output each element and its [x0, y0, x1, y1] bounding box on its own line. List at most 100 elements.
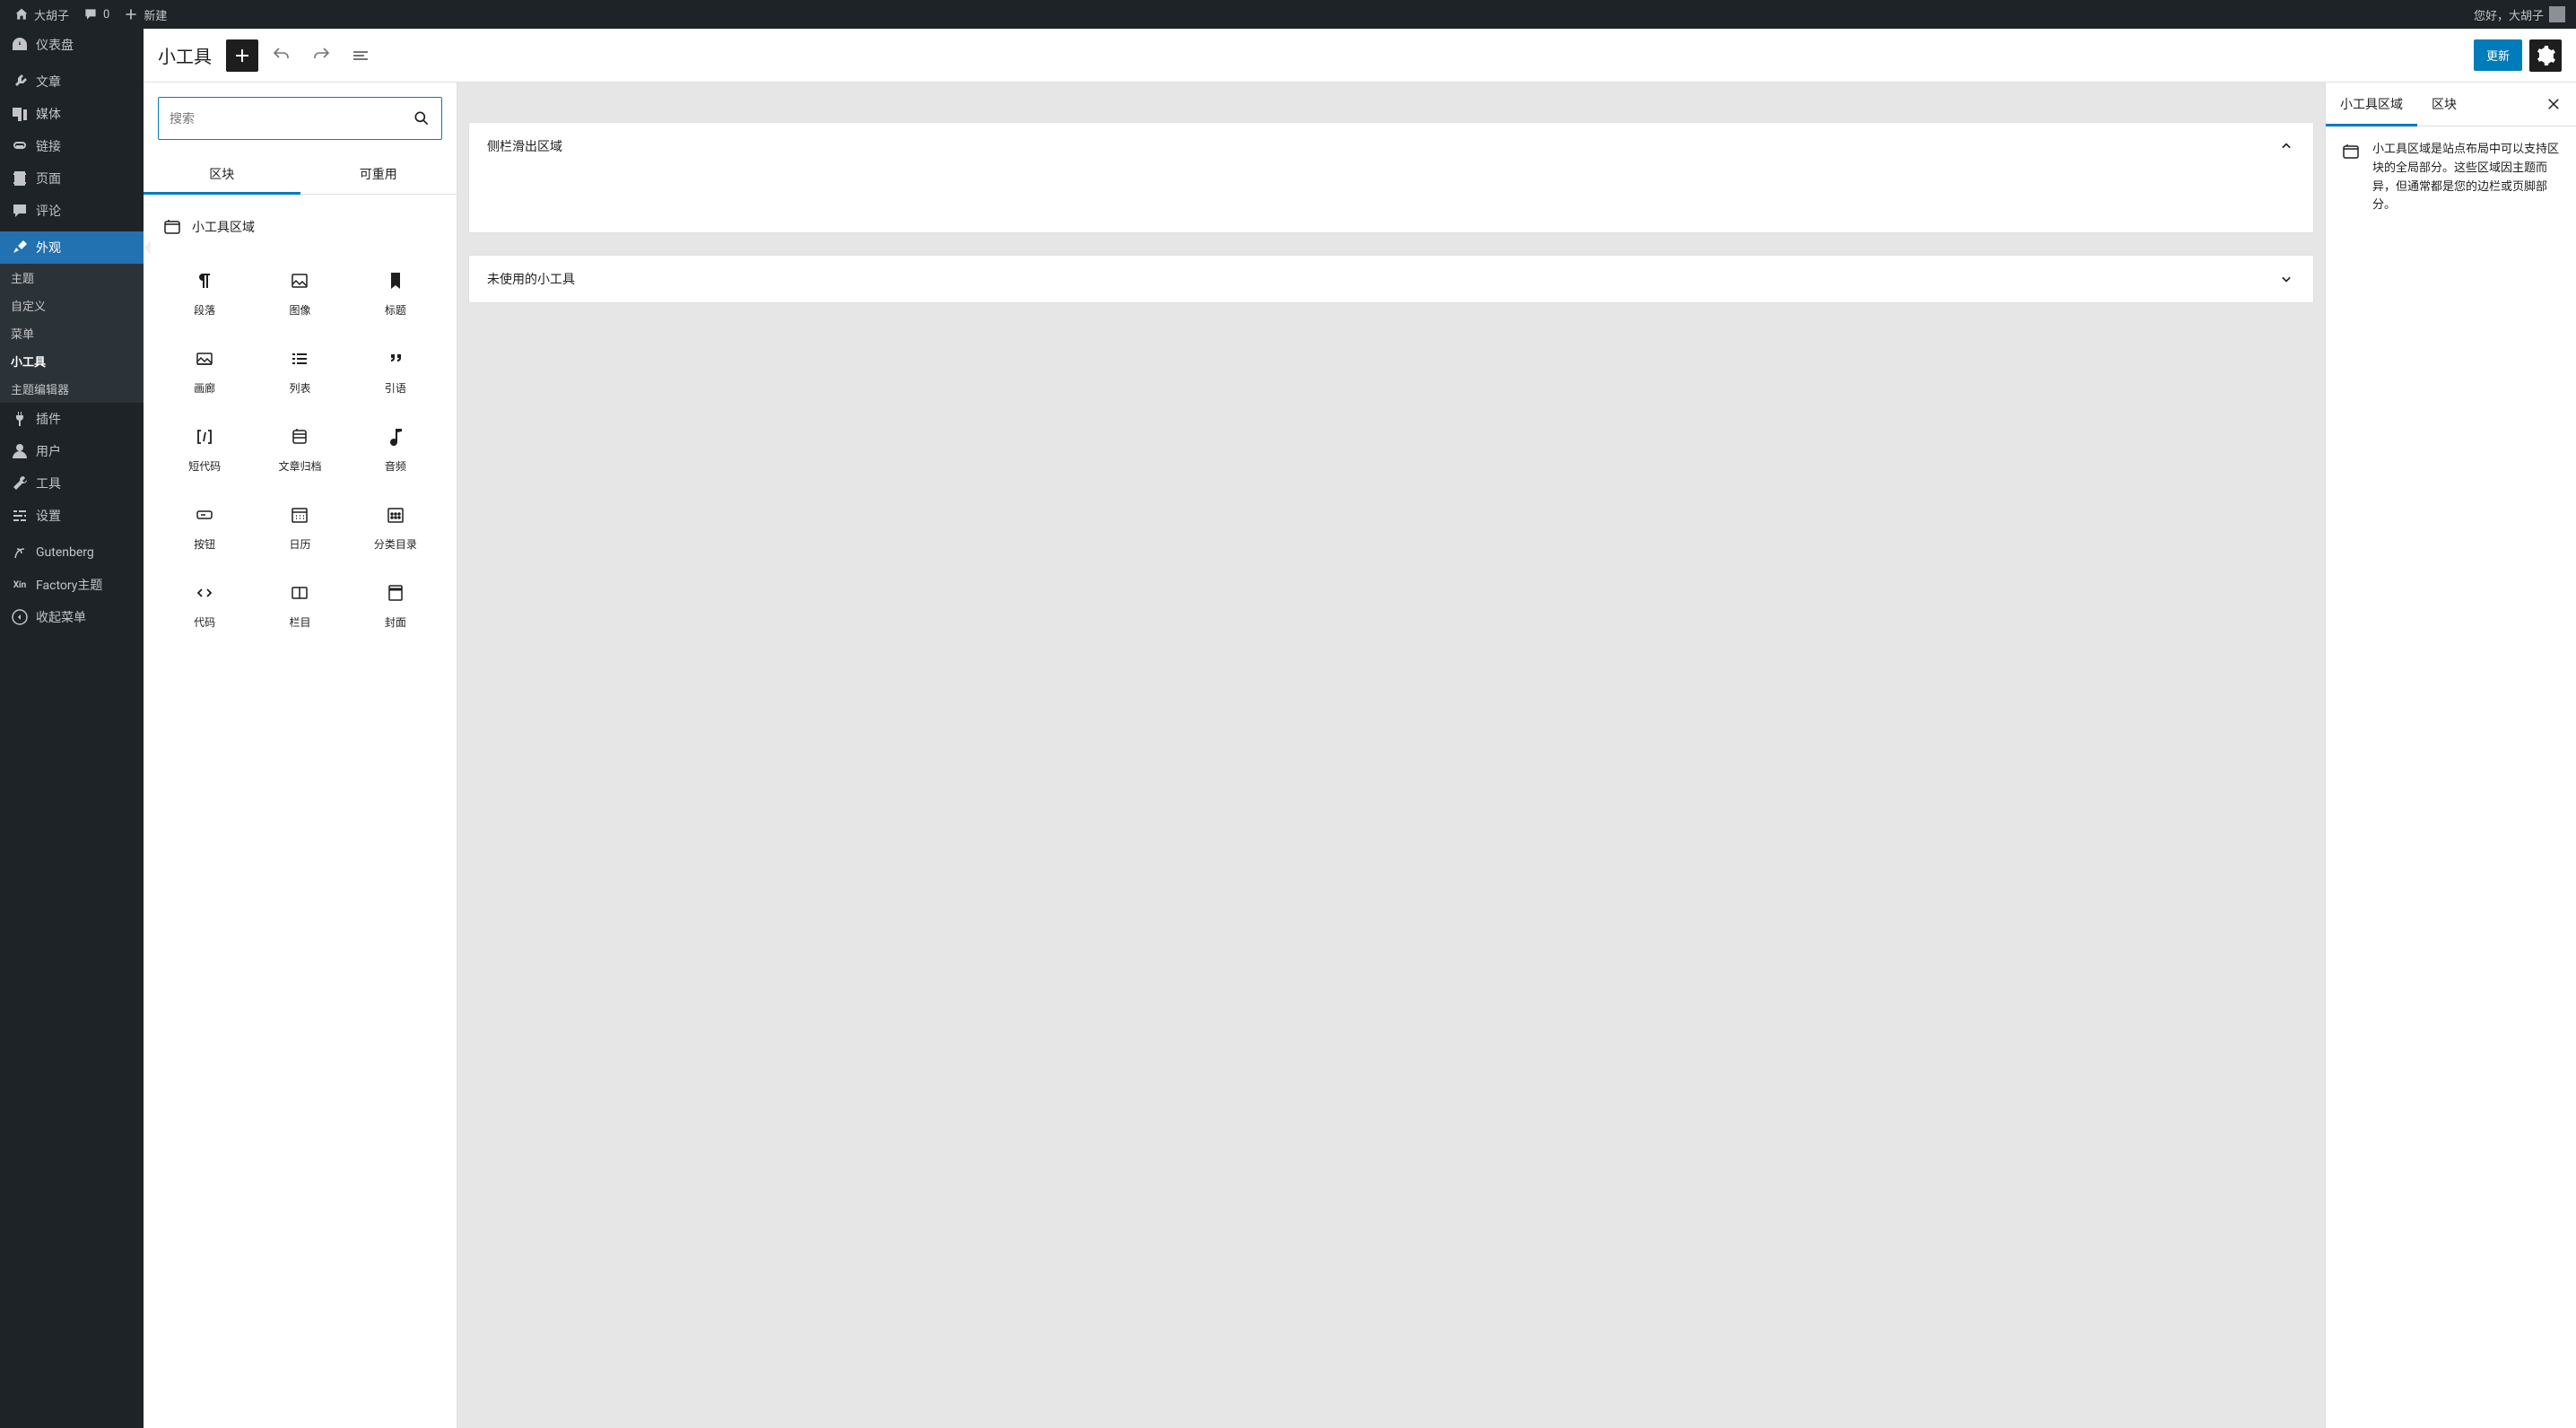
- sidebar-item-label: Gutenberg: [36, 545, 94, 560]
- sidebar-item-label: 仪表盘: [36, 36, 74, 54]
- sidebar-item-label: 评论: [36, 202, 61, 220]
- block-label: 日历: [289, 536, 310, 552]
- settings-toggle-button[interactable]: [2529, 39, 2562, 72]
- widget-area-icon: [161, 216, 183, 238]
- block-label: 栏目: [289, 614, 310, 630]
- pin-icon: [11, 73, 29, 91]
- sidebar-item-tools[interactable]: 工具: [0, 467, 144, 500]
- tab-blocks[interactable]: 区块: [144, 154, 300, 194]
- adminbar-greeting: 您好，大胡子: [2474, 6, 2544, 23]
- block-item-quote[interactable]: 引语: [349, 334, 442, 410]
- settings-description: 小工具区域是站点布局中可以支持区块的全局部分。这些区域因主题而异，但通常都是您的…: [2372, 141, 2562, 215]
- sidebar-subitem[interactable]: 菜单: [0, 319, 144, 347]
- adminbar-site[interactable]: 大胡子: [7, 0, 76, 29]
- sidebar-item-media[interactable]: 媒体: [0, 98, 144, 130]
- block-label: 标题: [385, 302, 406, 318]
- editor-canvas: 侧栏滑出区域未使用的小工具: [457, 83, 2325, 1428]
- block-item-paragraph[interactable]: 段落: [158, 256, 251, 332]
- editor-main: 小工具 更新: [144, 29, 2576, 1428]
- media-icon: [11, 105, 29, 123]
- inserter-category-label: 小工具区域: [192, 218, 255, 236]
- gallery-icon: [194, 348, 215, 370]
- block-label: 引语: [385, 380, 406, 396]
- inserter-tabs: 区块 可重用: [144, 154, 457, 195]
- widget-area-title: 侧栏滑出区域: [487, 137, 562, 155]
- sidebar-item-dashboard[interactable]: 仪表盘: [0, 29, 144, 61]
- block-item-bookmark[interactable]: 标题: [349, 256, 442, 332]
- sidebar-item-gutenberg[interactable]: Gutenberg: [0, 536, 144, 569]
- list-view-button[interactable]: [344, 39, 377, 72]
- block-item-shortcode[interactable]: 短代码: [158, 412, 251, 488]
- block-item-categories[interactable]: 分类目录: [349, 490, 442, 566]
- sidebar-item-users[interactable]: 用户: [0, 435, 144, 467]
- sidebar-item-label: 链接: [36, 137, 61, 155]
- inserter-search: [158, 97, 442, 140]
- sidebar-item-comments[interactable]: 评论: [0, 195, 144, 227]
- widget-area-toggle[interactable]: 侧栏滑出区域: [469, 123, 2313, 170]
- tab-reusable[interactable]: 可重用: [300, 154, 457, 194]
- chevron-down-icon: [2277, 270, 2295, 288]
- block-item-audio[interactable]: 音频: [349, 412, 442, 488]
- block-item-button[interactable]: 按钮: [158, 490, 251, 566]
- block-item-code[interactable]: 代码: [158, 568, 251, 644]
- sidebar-item-settings[interactable]: 设置: [0, 500, 144, 532]
- comment-icon: [11, 202, 29, 220]
- block-item-gallery[interactable]: 画廊: [158, 334, 251, 410]
- comment-icon: [83, 7, 98, 22]
- code-icon: [194, 582, 215, 604]
- plug-icon: [11, 410, 29, 428]
- sidebar-item-pages[interactable]: 页面: [0, 162, 144, 195]
- sidebar-subitem[interactable]: 自定义: [0, 292, 144, 319]
- search-input[interactable]: [170, 111, 413, 126]
- widget-area: 侧栏滑出区域: [468, 122, 2314, 233]
- sidebar-subitem[interactable]: 主题: [0, 264, 144, 292]
- block-label: 封面: [385, 614, 406, 630]
- block-label: 段落: [194, 302, 215, 318]
- list-icon: [289, 348, 310, 370]
- tab-block[interactable]: 区块: [2417, 83, 2471, 126]
- adminbar-comments[interactable]: 0: [76, 0, 117, 29]
- widget-area-icon: [2340, 141, 2362, 215]
- sidebar-item-posts[interactable]: 文章: [0, 65, 144, 98]
- sliders-icon: [11, 507, 29, 525]
- block-item-archive[interactable]: 文章归档: [253, 412, 346, 488]
- sidebar-item-plugins[interactable]: 插件: [0, 403, 144, 435]
- sidebar-item-appearance[interactable]: 外观: [0, 231, 144, 264]
- admin-bar: 大胡子 0 新建 您好，大胡子: [0, 0, 2576, 29]
- block-label: 画廊: [194, 380, 215, 396]
- redo-button[interactable]: [305, 39, 337, 72]
- dashboard-icon: [11, 36, 29, 54]
- settings-panel: 小工具区域 区块 小工具区域是站点布局中可以支持区块的全局部分。这些区域因主题而…: [2325, 83, 2576, 1428]
- block-item-calendar[interactable]: 日历: [253, 490, 346, 566]
- cover-icon: [385, 582, 406, 604]
- block-label: 代码: [194, 614, 215, 630]
- widget-area-body[interactable]: [469, 170, 2313, 232]
- collapse-icon: [11, 608, 29, 626]
- gutenberg-icon: [11, 544, 29, 562]
- block-label: 短代码: [188, 458, 221, 474]
- block-item-image[interactable]: 图像: [253, 256, 346, 332]
- sidebar-item-factory[interactable]: XinFactory主题: [0, 569, 144, 601]
- sidebar-subitem[interactable]: 主题编辑器: [0, 375, 144, 403]
- adminbar-new[interactable]: 新建: [117, 0, 174, 29]
- adminbar-account[interactable]: 您好，大胡子: [2474, 6, 2569, 23]
- widget-area-toggle[interactable]: 未使用的小工具: [469, 256, 2313, 302]
- block-label: 按钮: [194, 536, 215, 552]
- tab-widget-area[interactable]: 小工具区域: [2326, 83, 2417, 126]
- link-icon: [11, 137, 29, 155]
- update-button[interactable]: 更新: [2474, 39, 2522, 71]
- image-icon: [289, 270, 310, 292]
- block-item-columns[interactable]: 栏目: [253, 568, 346, 644]
- sidebar-item-collapse[interactable]: 收起菜单: [0, 601, 144, 633]
- settings-tabs: 小工具区域 区块: [2326, 83, 2576, 126]
- block-inserter-panel: 区块 可重用 小工具区域 段落 图像标题画廊 列表引语短代码 文章归档音频按钮 日历 分类…: [144, 83, 457, 1428]
- block-item-cover[interactable]: 封面: [349, 568, 442, 644]
- undo-button[interactable]: [265, 39, 298, 72]
- editor-header: 小工具 更新: [144, 29, 2576, 83]
- block-item-list[interactable]: 列表: [253, 334, 346, 410]
- close-settings-button[interactable]: [2531, 83, 2576, 125]
- inserter-toggle-button[interactable]: [226, 39, 258, 72]
- sidebar-item-links[interactable]: 链接: [0, 130, 144, 162]
- sidebar-subitem[interactable]: 小工具: [0, 347, 144, 375]
- archive-icon: [289, 426, 310, 448]
